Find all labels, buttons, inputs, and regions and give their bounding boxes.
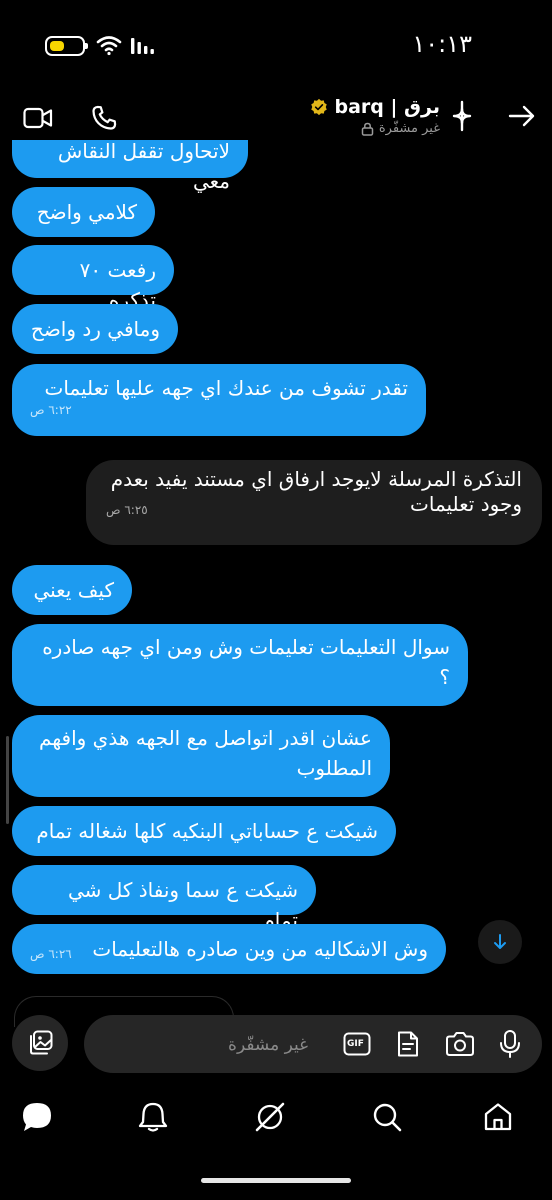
scrollbar[interactable]: [6, 736, 9, 824]
message-bubble[interactable]: التذكرة المرسلة لايوجد ارفاق اي مستند يف…: [86, 460, 542, 545]
message-timestamp: ٦:٢٦ ص: [30, 947, 72, 961]
encryption-status-label: غير مشفّرة: [378, 121, 440, 136]
message-text: سوال التعليمات تعليمات وش ومن اي جهه صاد…: [42, 635, 450, 689]
phone-call-icon[interactable]: [86, 100, 122, 136]
message-bubble[interactable]: كيف يعني: [12, 565, 132, 615]
contact-name: برق | barq: [334, 96, 440, 118]
lock-icon: [361, 122, 374, 136]
message-bubble[interactable]: عشان اقدر اتواصل مع الجهه هذي وافهم المط…: [12, 715, 390, 797]
grok-icon[interactable]: [446, 98, 478, 134]
video-call-icon[interactable]: [20, 100, 56, 136]
message-bubble[interactable]: رفعت ٧٠ تذكره: [12, 245, 174, 312]
message-bubble[interactable]: شيكت ع حساباتي البنكيه كلها شغاله تمام: [12, 806, 396, 856]
arrow-down-icon: [494, 934, 506, 949]
message-text: كلامي واضح: [36, 200, 137, 224]
document-icon[interactable]: [390, 1026, 426, 1062]
message-bubble[interactable]: لاتحاول تقفل النقاش معي: [12, 140, 248, 193]
message-list[interactable]: لاتحاول تقفل النقاش معي كلامي واضح رفعت …: [0, 140, 552, 1012]
nav-grok[interactable]: [250, 1097, 290, 1137]
encryption-status: غير مشفّرة: [361, 121, 440, 136]
gif-button[interactable]: GIF: [339, 1026, 375, 1062]
message-bubble[interactable]: كلامي واضح: [12, 187, 155, 237]
messages-icon: [23, 1103, 51, 1131]
microphone-icon[interactable]: [492, 1026, 528, 1062]
status-time: ١٠:١٣: [412, 30, 472, 58]
scroll-to-bottom-button[interactable]: [478, 920, 522, 964]
search-icon: [373, 1103, 402, 1132]
contact-title[interactable]: برق | barq: [310, 96, 440, 118]
message-input[interactable]: [106, 1029, 310, 1061]
message-bubble[interactable]: شيكت ع سما ونفاذ كل شي تمام: [12, 865, 316, 932]
message-text: وش الاشكاليه من وين صادره هالتعليمات: [92, 937, 428, 961]
wifi-icon: [96, 36, 122, 56]
message-bubble[interactable]: وش الاشكاليه من وين صادره هالتعليمات ٦:٢…: [12, 924, 446, 974]
nav-home[interactable]: [478, 1097, 518, 1137]
nav-notifications[interactable]: [133, 1097, 173, 1137]
home-icon: [484, 1103, 512, 1131]
verified-badge-icon: [311, 98, 328, 116]
message-timestamp: ٦:٢٢ ص: [30, 403, 72, 417]
message-text: عشان اقدر اتواصل مع الجهه هذي وافهم المط…: [39, 726, 372, 780]
message-text: تقدر تشوف من عندك اي جهه عليها تعليمات: [44, 376, 408, 400]
grok-icon: [255, 1102, 285, 1132]
signal-icon: [131, 38, 154, 54]
message-text: ومافي رد واضح: [30, 317, 160, 341]
arrow-right-icon[interactable]: [504, 98, 540, 134]
battery-icon: [45, 36, 88, 56]
message-text: كيف يعني: [33, 578, 114, 602]
gallery-button[interactable]: [12, 1015, 68, 1071]
nav-search[interactable]: [367, 1097, 407, 1137]
message-text: شيكت ع حساباتي البنكيه كلها شغاله تمام: [36, 819, 378, 843]
gallery-icon: [30, 1030, 53, 1055]
notifications-icon: [138, 1102, 168, 1132]
camera-icon[interactable]: [442, 1026, 478, 1062]
message-bubble[interactable]: سوال التعليمات تعليمات وش ومن اي جهه صاد…: [12, 624, 468, 706]
home-indicator: [201, 1178, 351, 1183]
gif-label: GIF: [347, 1039, 364, 1049]
nav-messages[interactable]: [17, 1097, 57, 1137]
message-bubble[interactable]: ومافي رد واضح: [12, 304, 178, 354]
message-bubble[interactable]: تقدر تشوف من عندك اي جهه عليها تعليمات ٦…: [12, 364, 426, 436]
